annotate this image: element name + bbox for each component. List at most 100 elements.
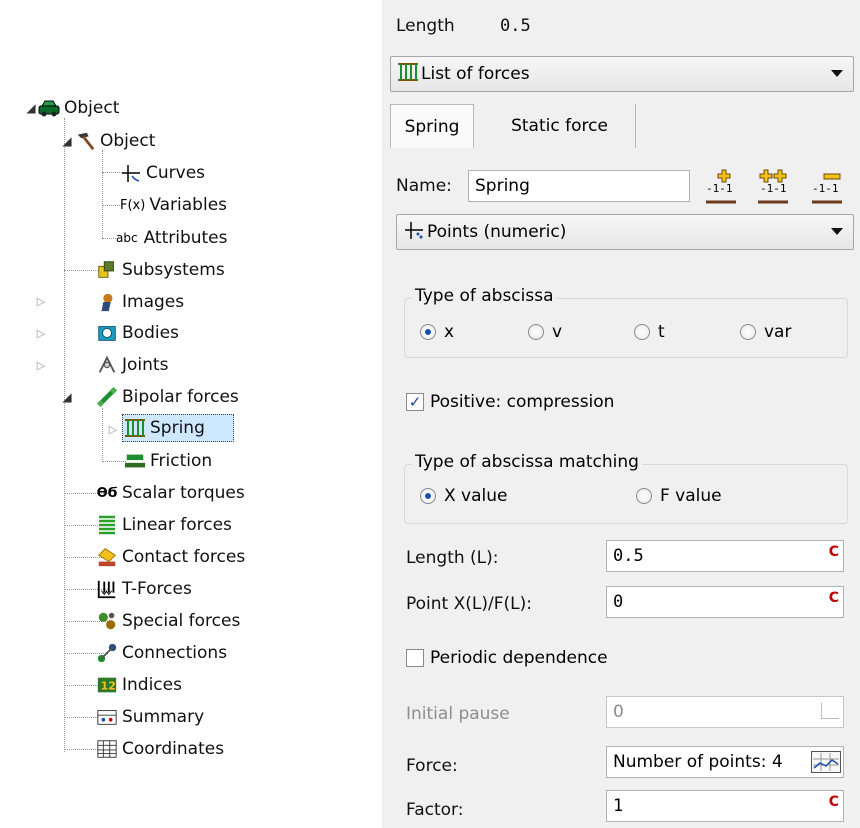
bodies-icon	[96, 322, 118, 344]
force-input[interactable]: Number of points: 4	[606, 746, 844, 778]
subsystems-icon	[96, 259, 118, 281]
tree-item-label: Images	[122, 292, 185, 312]
tree-item-spring[interactable]: Spring	[124, 413, 205, 443]
abscissa-radio-t[interactable]: t	[634, 322, 665, 342]
tree-item-bipolar-forces[interactable]: Bipolar forces	[96, 382, 239, 412]
points-type-dropdown[interactable]: Points (numeric)	[396, 214, 854, 250]
tree-item-bodies[interactable]: Bodies	[96, 318, 179, 348]
t-forces-icon	[96, 578, 118, 600]
tree-item-t-forces[interactable]: T-Forces	[96, 574, 192, 604]
tree-item-label: Object	[64, 98, 120, 118]
tree-item-special-forces[interactable]: Special forces	[96, 606, 240, 636]
checkbox-label: Periodic dependence	[430, 648, 608, 668]
tree-item-label: Bodies	[122, 323, 179, 343]
curves-icon	[120, 162, 142, 184]
tree-item-linear-forces[interactable]: Linear forces	[96, 510, 232, 540]
chevron-down-icon	[831, 70, 843, 77]
point-label: Point X(L)/F(L):	[406, 594, 532, 614]
radio-label: var	[764, 322, 792, 342]
list-of-forces-dropdown[interactable]: List of forces	[390, 56, 854, 92]
tree-item-variables[interactable]: F(x) Variables	[120, 190, 227, 220]
radio-label: t	[658, 322, 665, 342]
tree-item-label: Linear forces	[122, 515, 232, 535]
radio-label: X value	[444, 486, 508, 506]
tree-item-root-object[interactable]: Object	[38, 93, 119, 123]
collapse-root-toggle[interactable]: ◢	[24, 101, 38, 115]
coordinates-icon	[96, 738, 118, 760]
tree-item-joints[interactable]: Joints	[96, 350, 168, 380]
calculate-button[interactable]: C	[829, 590, 839, 606]
initial-pause-value: 0	[613, 702, 624, 722]
initial-pause-input: 0	[606, 696, 844, 728]
remove-point-button[interactable]: -1-1	[810, 166, 844, 206]
checkmark-icon: ✓	[406, 393, 424, 411]
tree-item-object[interactable]: Object	[74, 126, 155, 156]
calculate-button[interactable]: C	[829, 794, 839, 810]
length-l-input[interactable]: 0.5 C	[606, 540, 844, 572]
tree-item-label: Scalar torques	[122, 483, 245, 503]
points-icon	[403, 219, 425, 245]
radio-label: F value	[660, 486, 722, 506]
abscissa-radio-x[interactable]: x	[420, 322, 454, 342]
expand-images-toggle[interactable]: ▷	[34, 294, 48, 308]
initial-pause-label: Initial pause	[406, 704, 510, 724]
tree-item-summary[interactable]: Summary	[96, 702, 204, 732]
tab-label: Static force	[511, 116, 608, 136]
expand-bodies-toggle[interactable]: ▷	[34, 326, 48, 340]
tab-spring[interactable]: Spring	[390, 104, 474, 148]
spring-icon	[124, 417, 146, 439]
factor-input[interactable]: 1 C	[606, 790, 844, 822]
collapse-object-toggle[interactable]: ◢	[60, 134, 74, 148]
indices-icon: 12	[96, 674, 118, 696]
abscissa-radio-v[interactable]: v	[528, 322, 562, 342]
calculate-button[interactable]: C	[829, 544, 839, 560]
name-input[interactable]: Spring	[468, 170, 690, 202]
periodic-dependence-checkbox[interactable]: Periodic dependence	[406, 648, 608, 668]
tree-connector	[64, 118, 65, 752]
abscissa-radio-var[interactable]: var	[740, 322, 791, 342]
tree-item-label: Special forces	[122, 611, 241, 631]
images-icon	[96, 291, 118, 313]
positive-compression-checkbox[interactable]: ✓ Positive: compression	[406, 392, 614, 412]
tree-item-indices[interactable]: 12 Indices	[96, 670, 182, 700]
properties-panel: Length 0.5 List of forces Spring Static …	[382, 0, 860, 828]
tree-item-label: Connections	[122, 643, 228, 663]
disabled-corner-icon	[821, 703, 839, 719]
name-input-value: Spring	[475, 176, 530, 196]
point-input[interactable]: 0 C	[606, 586, 844, 618]
tree-item-coordinates[interactable]: Coordinates	[96, 734, 224, 764]
radio-label: x	[444, 322, 455, 342]
tree-connector	[102, 205, 120, 206]
matching-radio-f-value[interactable]: F value	[636, 486, 722, 506]
tree-item-label: Indices	[122, 675, 182, 695]
add-point-button[interactable]: -1-1	[704, 166, 738, 206]
tab-static-force[interactable]: Static force	[484, 104, 636, 148]
tree-connector	[102, 408, 103, 462]
tree-item-contact-forces[interactable]: Contact forces	[96, 542, 245, 572]
connections-icon	[96, 642, 118, 664]
tree-item-label: Friction	[150, 451, 213, 471]
collapse-bipolar-toggle[interactable]: ◢	[60, 390, 74, 404]
expand-spring-toggle[interactable]: ▷	[106, 422, 120, 436]
length-l-value: 0.5	[613, 546, 644, 566]
tree-item-images[interactable]: Images	[96, 287, 184, 317]
hammer-icon	[74, 130, 96, 152]
tree-item-scalar-torques[interactable]: ϴϬ Scalar torques	[96, 478, 245, 508]
scalar-torques-icon: ϴϬ	[96, 485, 118, 501]
tree-item-connections[interactable]: Connections	[96, 638, 227, 668]
tree-item-friction[interactable]: Friction	[124, 446, 212, 476]
tree-item-curves[interactable]: Curves	[120, 158, 205, 188]
tree-item-label: Object	[100, 131, 156, 151]
matching-radio-x-value[interactable]: X value	[420, 486, 507, 506]
edit-points-grid-icon[interactable]	[811, 751, 841, 773]
svg-text:-1-1: -1-1	[760, 182, 787, 195]
fx-icon: F(x)	[120, 197, 146, 213]
tree-item-attributes[interactable]: abc Attributes	[116, 223, 228, 253]
bipolar-forces-icon	[96, 386, 118, 408]
expand-joints-toggle[interactable]: ▷	[34, 358, 48, 372]
add-points-button[interactable]: -1-1	[756, 166, 790, 206]
point-value: 0	[613, 592, 624, 612]
car-icon	[38, 97, 60, 119]
radio-indicator	[740, 324, 756, 340]
tree-item-subsystems[interactable]: Subsystems	[96, 255, 225, 285]
